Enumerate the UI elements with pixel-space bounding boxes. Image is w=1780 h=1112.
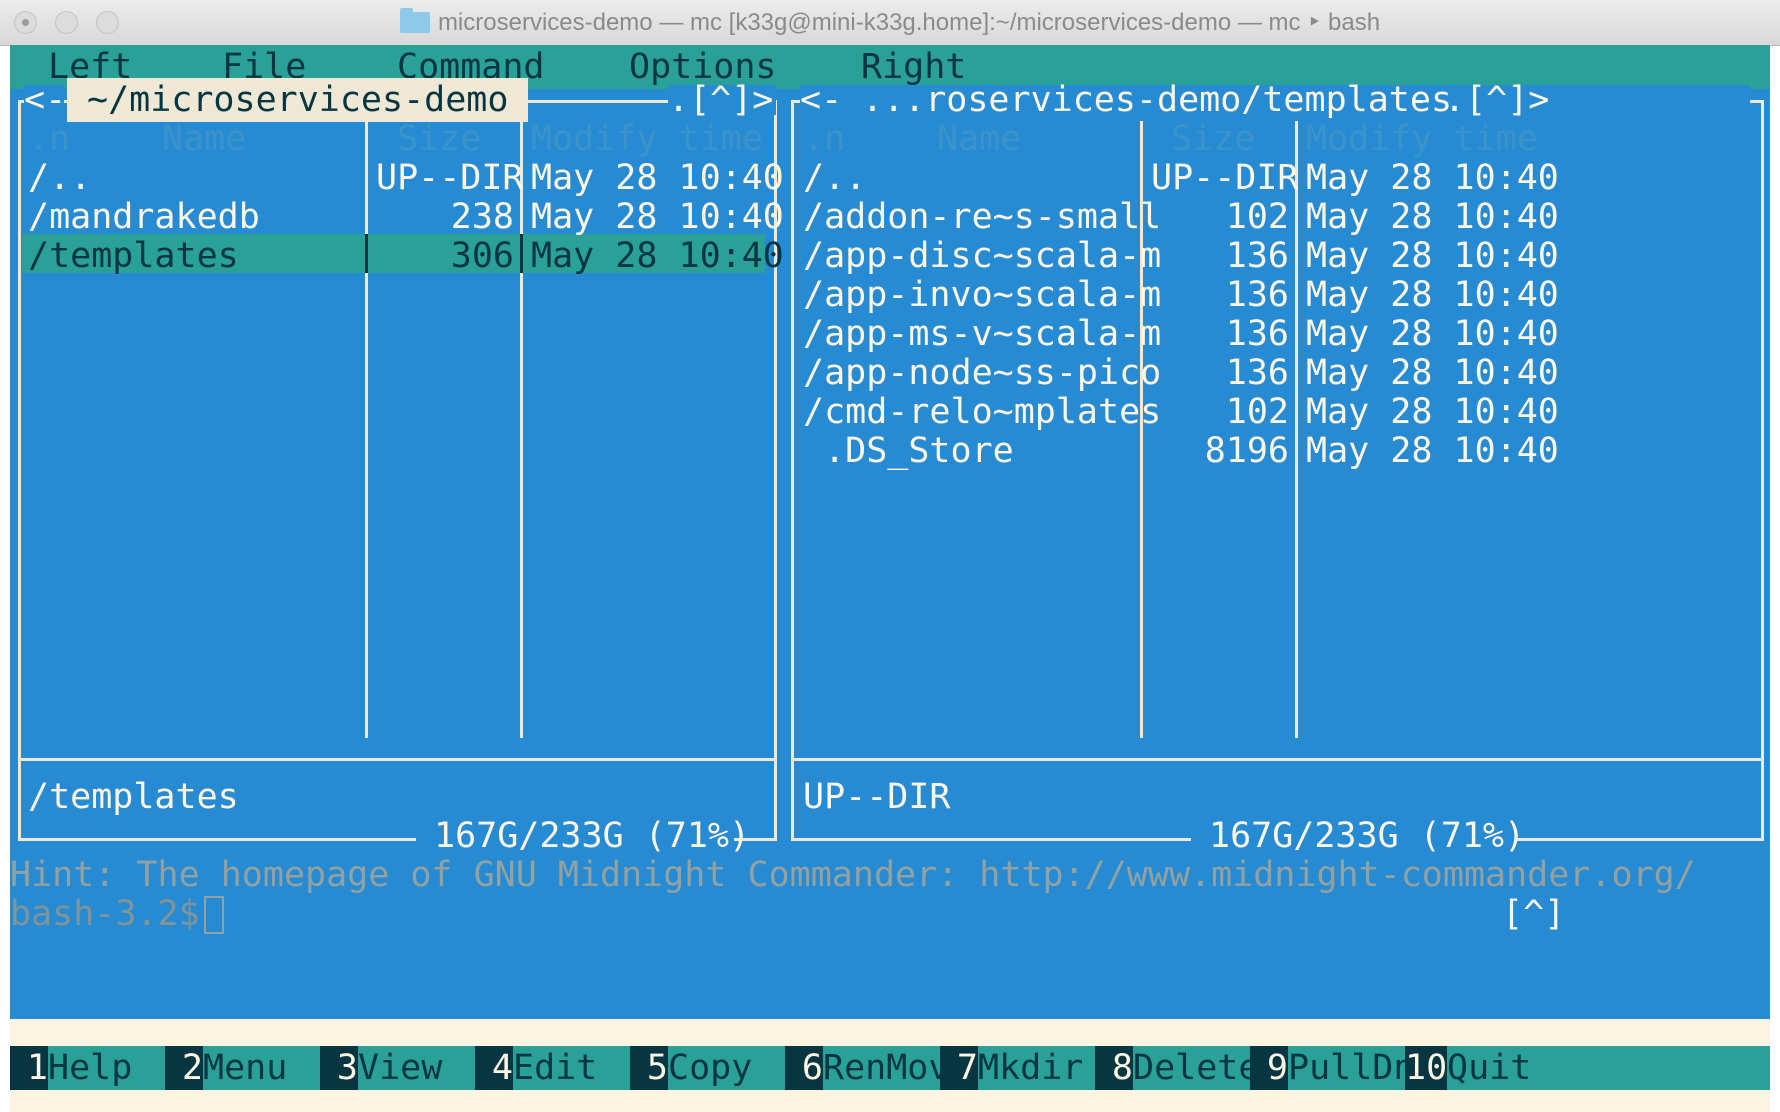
hint-line: Hint: The homepage of GNU Midnight Comma… — [10, 855, 1696, 895]
fkey-label: View — [358, 1046, 475, 1090]
left-panel-status: /templates — [28, 777, 239, 817]
fkey-label: Mkdir — [978, 1046, 1095, 1090]
f2-menu-key[interactable]: 2 Menu — [165, 1046, 320, 1090]
f5-copy-key[interactable]: 5 Copy — [630, 1046, 785, 1090]
row-mtime: May 28 10:40 — [1306, 158, 1559, 198]
fkey-label: PullDn — [1288, 1046, 1415, 1090]
fkey-number: 4 — [475, 1046, 513, 1090]
folder-icon — [399, 8, 430, 33]
right-panel-corner[interactable]: .[^]> — [1444, 78, 1549, 122]
left-panel-disk-usage: 167G/233G (71%) — [434, 816, 751, 856]
row-mtime: May 28 10:40 — [1306, 353, 1559, 393]
fkey-number: 7 — [940, 1046, 978, 1090]
fkey-label: Menu — [203, 1046, 320, 1090]
row-size: 136 — [1225, 353, 1289, 393]
f6-renmov-key[interactable]: 6 RenMov — [785, 1046, 950, 1090]
fkey-number: 9 — [1250, 1046, 1288, 1090]
left-sel-separator — [520, 234, 523, 273]
command-history-button[interactable]: [^] — [1502, 892, 1565, 936]
right-col-separator-time — [1295, 121, 1298, 738]
right-panel-nav-arrow[interactable]: <- — [800, 78, 863, 122]
left-col-mtime[interactable]: Modify time — [531, 117, 763, 161]
left-col-size[interactable]: Size — [397, 117, 481, 161]
fkey-number: 1 — [10, 1046, 48, 1090]
fkey-number: 10 — [1405, 1046, 1448, 1090]
left-col-separator-size — [365, 121, 368, 738]
window-title: microservices-demo — mc [k33g@mini-k33g.… — [437, 9, 1381, 36]
row-size: UP--DIR — [376, 158, 524, 198]
right-panel-divider — [791, 758, 1764, 761]
row-name: /cmd-relo~mplates — [803, 392, 1162, 432]
left-sel-separator — [365, 234, 368, 273]
f9-pulldn-key[interactable]: 9 PullDn — [1250, 1046, 1415, 1090]
row-mtime: May 28 10:40 — [1306, 392, 1559, 432]
row-name: /app-node~ss-pico — [803, 353, 1162, 393]
row-size: 306 — [450, 236, 514, 276]
right-col-size[interactable]: Size — [1171, 117, 1255, 161]
f3-view-key[interactable]: 3 View — [320, 1046, 475, 1090]
row-size: 238 — [450, 197, 514, 237]
fkey-label: Quit — [1447, 1046, 1770, 1090]
left-col-separator-time — [520, 121, 523, 738]
f7-mkdir-key[interactable]: 7 Mkdir — [940, 1046, 1095, 1090]
row-name: /.. — [803, 158, 867, 198]
row-size: 102 — [1225, 197, 1289, 237]
shell-prompt: bash-3.2$ — [10, 894, 200, 934]
row-name: /addon-re~s-small — [803, 197, 1162, 237]
left-col-sort[interactable]: .n — [28, 117, 70, 161]
row-size: 136 — [1225, 236, 1289, 276]
fkey-label: RenMov — [823, 1046, 950, 1090]
fkey-label: Edit — [513, 1046, 630, 1090]
fkey-label: Help — [48, 1046, 165, 1090]
right-col-name[interactable]: Name — [937, 117, 1021, 161]
left-col-name[interactable]: Name — [162, 117, 246, 161]
left-panel-corner[interactable]: .[^]> — [668, 78, 773, 122]
fkey-label: Copy — [668, 1046, 785, 1090]
row-name: /app-invo~scala-m — [803, 275, 1162, 315]
fkey-number: 5 — [630, 1046, 668, 1090]
f4-edit-key[interactable]: 4 Edit — [475, 1046, 630, 1090]
row-name: /app-ms-v~scala-m — [803, 314, 1162, 354]
row-mtime: May 28 10:40 — [1306, 431, 1559, 471]
row-mtime: May 28 10:40 — [1306, 236, 1559, 276]
row-name: /mandrakedb — [28, 197, 260, 237]
right-col-mtime[interactable]: Modify time — [1306, 117, 1538, 161]
f10-quit-key[interactable]: 10 Quit — [1405, 1046, 1770, 1090]
row-mtime: May 28 10:40 — [531, 158, 784, 198]
terminal: Left File Command Options Right <- ~/mic… — [10, 45, 1770, 1112]
right-panel-status: UP--DIR — [803, 777, 951, 817]
row-mtime: May 28 10:40 — [1306, 275, 1559, 315]
f8-delete-key[interactable]: 8 Delete — [1095, 1046, 1260, 1090]
command-line-cursor[interactable] — [204, 896, 224, 934]
fkey-number: 2 — [165, 1046, 203, 1090]
right-col-sort[interactable]: .n — [803, 117, 845, 161]
fkey-label: Delete — [1133, 1046, 1260, 1090]
left-panel-path[interactable]: ~/microservices-demo — [67, 78, 529, 122]
fkey-number: 6 — [785, 1046, 823, 1090]
row-size: 8196 — [1204, 431, 1289, 471]
row-name: /app-disc~scala-m — [803, 236, 1162, 276]
fkey-number: 8 — [1095, 1046, 1133, 1090]
window-title-area: microservices-demo — mc [k33g@mini-k33g.… — [0, 0, 1780, 45]
function-key-bar: 1 Help 2 Menu 3 View 4 Edit 5 Copy 6 Ren… — [10, 1046, 1770, 1090]
left-panel-nav-arrow[interactable]: <- — [24, 78, 66, 122]
right-panel-disk-usage: 167G/233G (71%) — [1209, 816, 1526, 856]
right-panel-path[interactable]: ...roservices-demo/templates — [862, 78, 1452, 122]
row-name: /templates — [28, 236, 239, 276]
row-mtime: May 28 10:40 — [1306, 197, 1559, 237]
left-panel-divider — [18, 758, 777, 761]
row-name: .DS_Store — [803, 431, 1014, 471]
f1-help-key[interactable]: 1 Help — [10, 1046, 165, 1090]
row-name: /.. — [28, 158, 92, 198]
row-size: 136 — [1225, 275, 1289, 315]
row-mtime: May 28 10:40 — [531, 197, 784, 237]
row-mtime: May 28 10:40 — [531, 236, 784, 276]
fkey-number: 3 — [320, 1046, 358, 1090]
row-size: 136 — [1225, 314, 1289, 354]
window-titlebar: microservices-demo — mc [k33g@mini-k33g.… — [0, 0, 1780, 46]
row-mtime: May 28 10:40 — [1306, 314, 1559, 354]
row-size: 102 — [1225, 392, 1289, 432]
right-panel-dash: - — [1408, 80, 1430, 120]
row-size: UP--DIR — [1151, 158, 1299, 198]
